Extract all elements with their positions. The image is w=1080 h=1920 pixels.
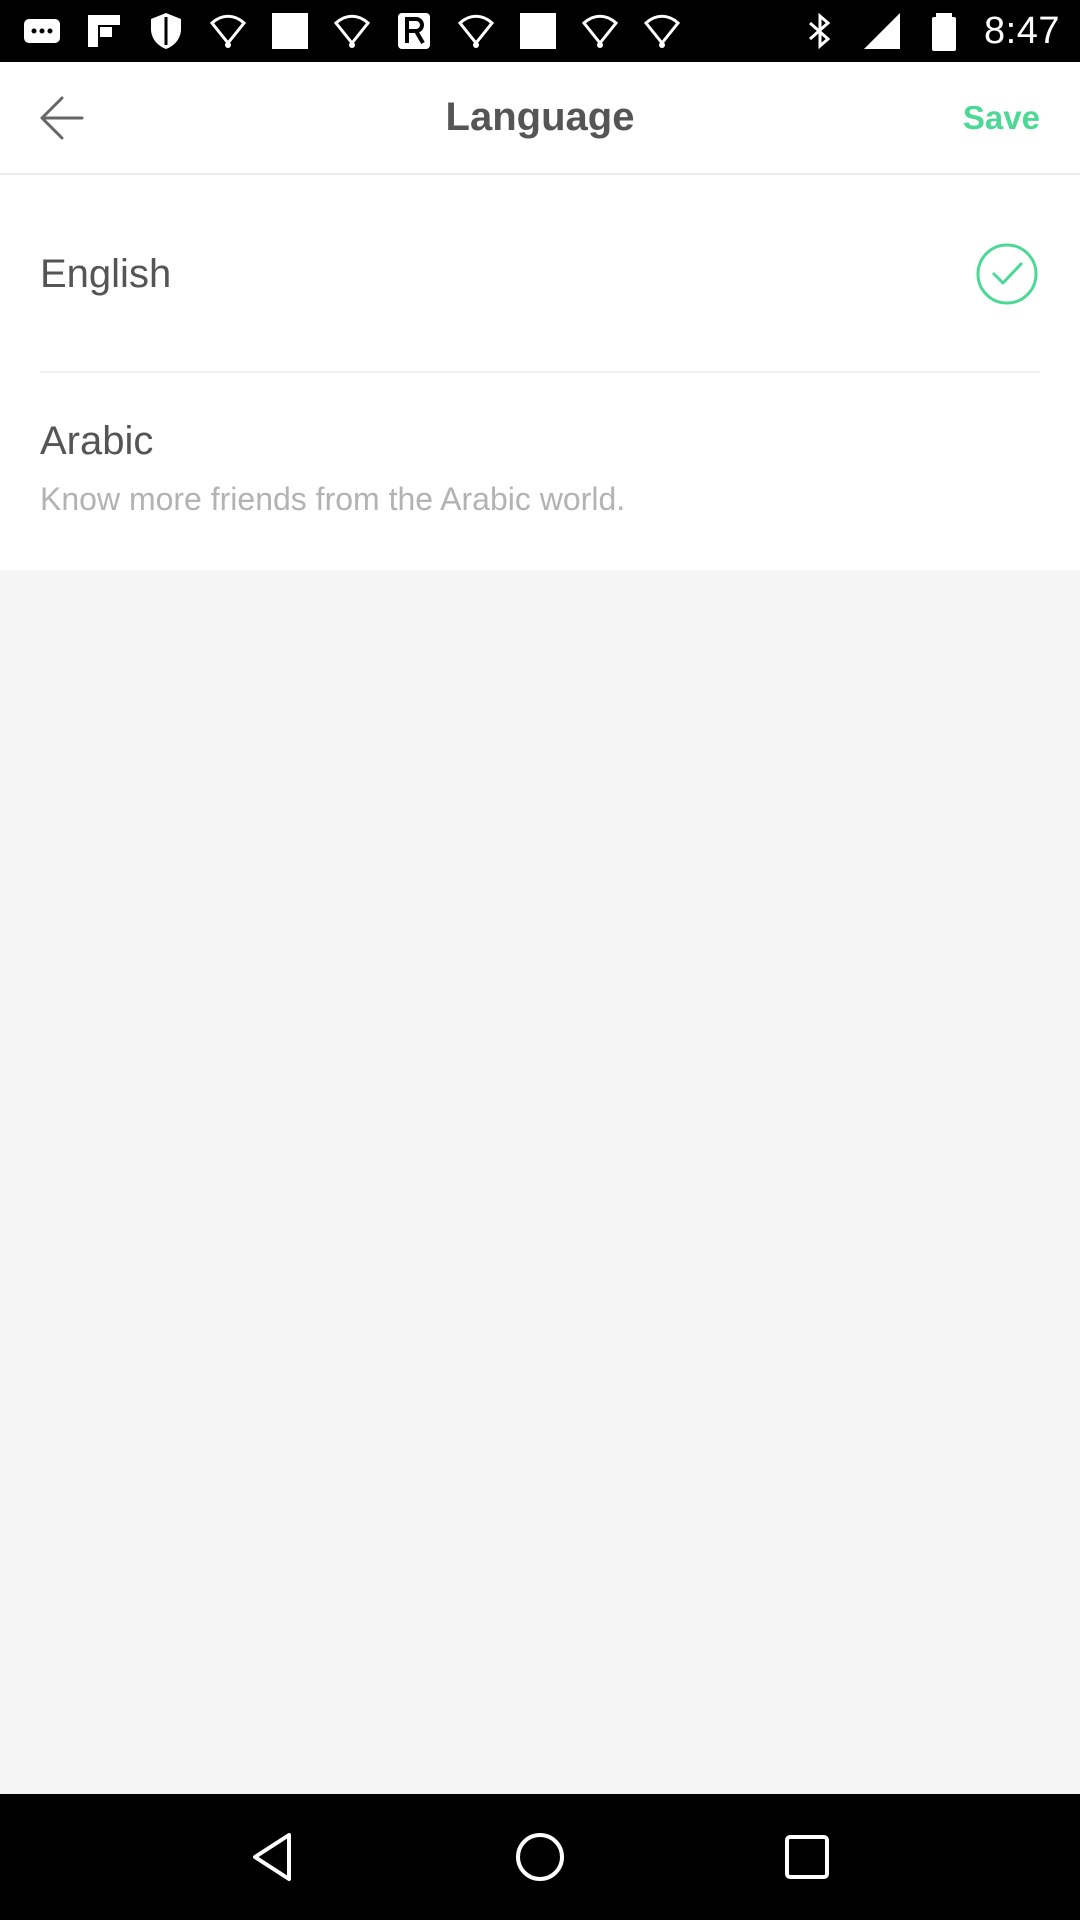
check-circle-icon xyxy=(976,243,1038,305)
language-option-arabic[interactable]: Arabic Know more friends from the Arabic… xyxy=(0,373,1080,570)
flipboard-icon xyxy=(82,9,126,53)
back-button[interactable] xyxy=(30,86,94,150)
home-circle-icon xyxy=(515,1833,564,1881)
shield-icon xyxy=(144,9,188,53)
arrow-left-icon xyxy=(40,96,84,140)
navigation-bar xyxy=(0,1794,1080,1920)
nav-home-button[interactable] xyxy=(505,1822,575,1892)
language-description: Know more friends from the Arabic world. xyxy=(40,481,626,517)
battery-icon xyxy=(922,9,966,53)
app-bar: Language Save xyxy=(0,62,1080,175)
language-name: Arabic xyxy=(40,419,154,463)
back-triangle-icon xyxy=(253,1833,292,1881)
save-button[interactable]: Save xyxy=(963,62,1040,173)
status-left-icons xyxy=(20,9,684,53)
square-icon xyxy=(516,9,560,53)
status-time: 8:47 xyxy=(984,9,1060,52)
status-right-icons: 8:47 xyxy=(798,9,1060,53)
wifi-signal-icon xyxy=(206,9,250,53)
signal-icon xyxy=(860,9,904,53)
wifi-signal-icon xyxy=(454,9,498,53)
nav-recents-button[interactable] xyxy=(772,1822,842,1892)
nav-back-button[interactable] xyxy=(238,1822,308,1892)
language-name: English xyxy=(40,252,172,296)
recents-square-icon xyxy=(784,1835,829,1879)
status-bar: 8:47 xyxy=(0,0,1080,62)
wifi-signal-icon xyxy=(578,9,622,53)
language-list: English Arabic Know more friends from th… xyxy=(0,175,1080,570)
wifi-signal-icon xyxy=(330,9,374,53)
screen: 8:47 Language Save English Arabic Know m… xyxy=(0,0,1080,1920)
page-title: Language xyxy=(445,95,635,139)
language-option-english[interactable]: English xyxy=(0,175,1080,373)
square-icon xyxy=(268,9,312,53)
r-app-icon xyxy=(392,9,436,53)
wifi-signal-icon xyxy=(640,9,684,53)
more-icon xyxy=(20,9,64,53)
bluetooth-icon xyxy=(798,9,842,53)
